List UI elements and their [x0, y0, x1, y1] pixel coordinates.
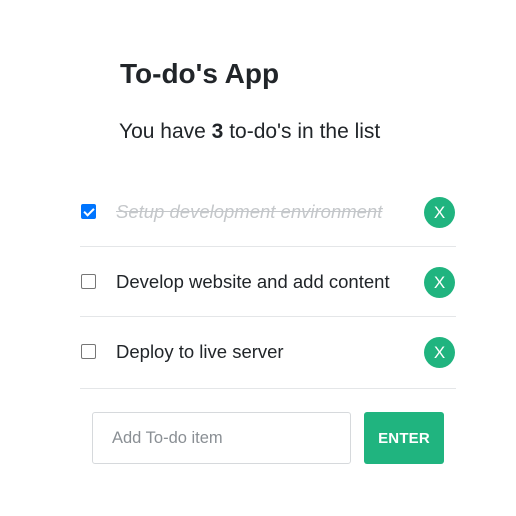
todo-count-summary: You have 3 to-do's in the list — [119, 116, 380, 148]
enter-button[interactable]: ENTER — [364, 412, 444, 464]
todo-text: Deploy to live server — [116, 341, 284, 362]
todo-app: To-do's App You have 3 to-do's in the li… — [0, 0, 516, 516]
delete-button[interactable]: X — [424, 197, 455, 228]
todo-text: Develop website and add content — [116, 271, 390, 292]
todo-checkbox[interactable] — [81, 274, 96, 289]
delete-button[interactable]: X — [424, 267, 455, 298]
todo-checkbox[interactable] — [81, 204, 96, 219]
todo-item: Develop website and add content X — [80, 247, 456, 317]
todo-item: Setup development environment X — [80, 177, 456, 247]
todo-text: Setup development environment — [116, 201, 383, 222]
summary-prefix: You have — [119, 120, 206, 143]
todo-checkbox[interactable] — [81, 344, 96, 359]
delete-button[interactable]: X — [424, 337, 455, 368]
add-todo-input[interactable] — [92, 412, 351, 464]
todo-count: 3 — [211, 120, 224, 143]
app-title: To-do's App — [120, 58, 280, 89]
todo-list: Setup development environment X Develop … — [80, 177, 456, 389]
todo-item: Deploy to live server X — [80, 317, 456, 389]
summary-suffix: to-do's in the list — [229, 120, 381, 143]
